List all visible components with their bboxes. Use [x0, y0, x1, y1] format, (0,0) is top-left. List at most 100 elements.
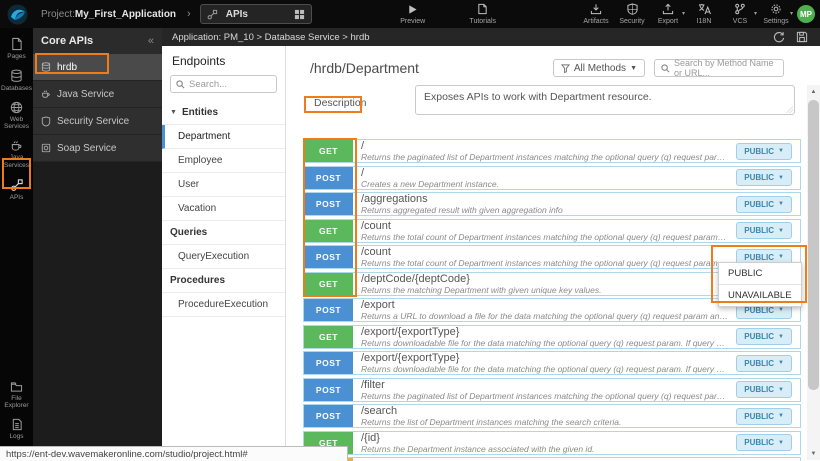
grid-icon[interactable] [294, 9, 305, 20]
access-dropdown-button[interactable]: PUBLIC ▼ [736, 169, 792, 186]
scrollbar-thumb[interactable] [808, 100, 819, 390]
endpoint-info: /{id} Returns the Department instance as… [353, 432, 736, 454]
save-icon[interactable] [796, 31, 808, 43]
collapse-panel-icon[interactable]: « [148, 35, 154, 47]
caret-down-icon: ▼ [778, 413, 784, 419]
method-badge: POST [304, 352, 353, 374]
breadcrumb-actions [773, 31, 808, 43]
endpoint-description: Returns downloadable file for the data m… [361, 364, 728, 374]
method-badge: POST [304, 246, 353, 268]
access-dropdown-button[interactable]: PUBLIC ▼ [736, 196, 792, 213]
access-dropdown-button[interactable]: PUBLIC ▼ [736, 328, 792, 345]
endpoint-item-user[interactable]: User [162, 173, 285, 197]
description-textarea[interactable]: Exposes APIs to work with Department res… [415, 85, 795, 115]
entities-label: Entities [182, 107, 218, 118]
caret-down-icon: ▼ [778, 387, 784, 393]
method-search-input[interactable]: Search by Method Name or URL... [654, 59, 784, 77]
caret-down-icon: ▼ [778, 228, 784, 234]
api-node-icon [207, 9, 218, 20]
tutorials-button[interactable]: Tutorials [468, 3, 498, 25]
all-methods-dropdown[interactable]: All Methods ▼ [553, 59, 645, 77]
gear-icon [770, 3, 782, 15]
endpoint-item-vacation[interactable]: Vacation [162, 197, 285, 221]
endpoint-path: / [361, 168, 728, 179]
project-label: Project: [41, 9, 75, 20]
endpoint-item-department[interactable]: Department [162, 125, 285, 149]
endpoint-item-employee[interactable]: Employee [162, 149, 285, 173]
access-dropdown-button[interactable]: PUBLIC ▼ [736, 355, 792, 372]
endpoint-description: Returns a URL to download a file for the… [361, 311, 728, 321]
page-title: /hrdb/Department [310, 60, 553, 76]
filter-funnel-icon [561, 64, 570, 73]
section-procedures[interactable]: Procedures [162, 269, 285, 293]
user-avatar[interactable]: MP [797, 5, 815, 23]
core-api-item-soap-service[interactable]: Soap Service [33, 135, 162, 162]
menu-item-public[interactable]: PUBLIC [719, 263, 801, 284]
section-entities[interactable]: ▼ Entities [162, 101, 285, 125]
endpoint-info: /deptCode/{deptCode} Returns the matchin… [353, 273, 736, 295]
sidebar-item-databases[interactable]: Databases [0, 69, 33, 93]
caret-down-icon: ▼ [778, 307, 784, 313]
endpoint-item-procedureexecution[interactable]: ProcedureExecution [162, 293, 285, 317]
api-endpoint-row: POST /aggregations Returns aggregated re… [303, 192, 801, 216]
tab-apis[interactable]: APIs [200, 4, 312, 24]
section-queries[interactable]: Queries [162, 221, 285, 245]
tutorials-label: Tutorials [469, 18, 496, 25]
access-dropdown-button[interactable]: PUBLIC ▼ [736, 434, 792, 451]
endpoint-description: Returns the total count of Department in… [361, 258, 728, 268]
caret-down-icon: ▼ [778, 360, 784, 366]
access-dropdown-button[interactable]: PUBLIC ▼ [736, 222, 792, 239]
i18n-translate-icon [698, 3, 711, 15]
access-control: PUBLIC ▼ [736, 196, 792, 213]
settings-caret-icon: ▾ [790, 11, 793, 17]
sidebar-item-file-explorer[interactable]: File Explorer [0, 381, 33, 411]
access-label: PUBLIC [744, 200, 774, 209]
menu-item-unavailable[interactable]: UNAVAILABLE [719, 284, 801, 306]
export-button[interactable]: ▾ Export [653, 3, 683, 25]
endpoint-path: /filter [361, 380, 728, 391]
logs-label: Logs [9, 433, 23, 441]
scroll-down-arrow[interactable]: ▼ [807, 447, 820, 460]
preview-button[interactable]: Preview [398, 4, 428, 25]
settings-button[interactable]: ▾ Settings [761, 3, 791, 25]
endpoints-panel: Endpoints Search... ▼ Entities Departmen… [162, 46, 286, 461]
sidebar-item-apis[interactable]: APIs [0, 178, 33, 202]
sidebar-item-web-services[interactable]: Web Services [0, 101, 33, 132]
endpoint-info: / Returns the paginated list of Departme… [353, 140, 736, 162]
description-row: Description Exposes APIs to work with De… [286, 83, 820, 121]
method-badge: POST [304, 167, 353, 189]
export-label: Export [658, 18, 678, 25]
caret-down-icon: ▼ [778, 440, 784, 446]
access-dropdown-button[interactable]: PUBLIC ▼ [736, 408, 792, 425]
endpoint-info: /search Returns the list of Department i… [353, 405, 736, 427]
vcs-button[interactable]: ▾ VCS [725, 3, 755, 25]
access-label: PUBLIC [744, 253, 774, 262]
i18n-button[interactable]: I18N [689, 3, 719, 25]
access-dropdown-button[interactable]: PUBLIC ▼ [736, 381, 792, 398]
sidebar-item-java-services[interactable]: Java Services [0, 139, 33, 170]
vertical-scrollbar[interactable]: ▲ ▼ [807, 85, 820, 460]
endpoint-path: /count [361, 247, 728, 258]
refresh-icon[interactable] [773, 31, 785, 43]
artifacts-button[interactable]: Artifacts [581, 3, 611, 25]
security-button[interactable]: Security [617, 3, 647, 25]
core-api-item-java-service[interactable]: Java Service [33, 81, 162, 108]
sidebar-item-pages[interactable]: Pages [0, 37, 33, 61]
access-label: PUBLIC [744, 438, 774, 447]
security-label: Security [619, 18, 644, 25]
apis-label: APIs [10, 194, 24, 202]
scroll-up-arrow[interactable]: ▲ [807, 85, 820, 98]
method-badge: GET [304, 140, 353, 162]
tab-apis-label: APIs [226, 9, 294, 20]
project-name[interactable]: Project:My_First_Application [41, 9, 176, 20]
endpoints-search-input[interactable]: Search... [170, 75, 277, 93]
access-dropdown-button[interactable]: PUBLIC ▼ [736, 143, 792, 160]
core-api-item-security-service[interactable]: Security Service [33, 108, 162, 135]
endpoint-description: Creates a new Department instance. [361, 179, 728, 189]
core-api-item-hrdb[interactable]: hrdb [33, 54, 162, 81]
endpoint-item-queryexecution[interactable]: QueryExecution [162, 245, 285, 269]
access-label: PUBLIC [744, 173, 774, 182]
method-search-placeholder: Search by Method Name or URL... [674, 58, 777, 78]
security-service-label: Security Service [57, 116, 129, 127]
sidebar-item-logs[interactable]: Logs [0, 418, 33, 441]
